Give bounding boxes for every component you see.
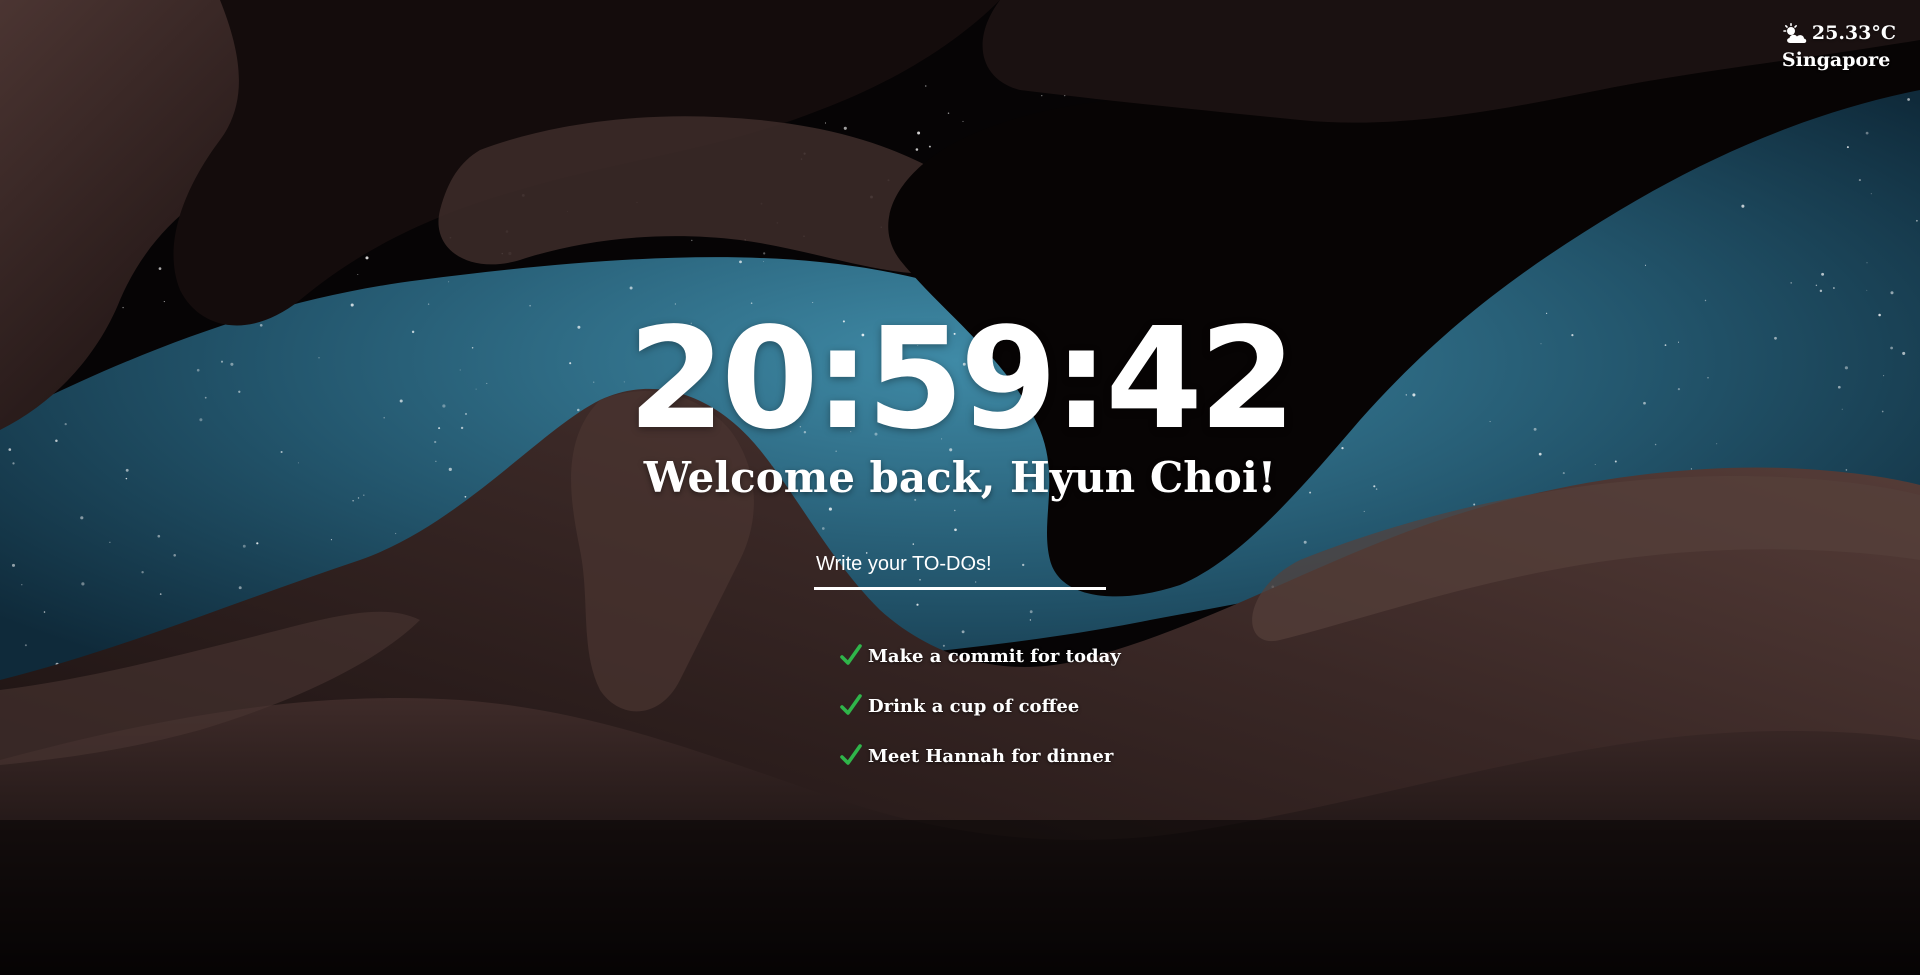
check-icon[interactable] [840, 644, 862, 668]
city-label: Singapore [1781, 49, 1891, 71]
partly-cloudy-icon [1782, 22, 1808, 45]
greeting-text: Welcome back, Hyun Choi! [643, 453, 1277, 502]
todo-item-label: Meet Hannah for dinner [868, 745, 1114, 767]
todo-list: Make a commit for today Drink a cup of c… [840, 631, 1121, 781]
todo-item-label: Drink a cup of coffee [868, 695, 1080, 717]
todo-item[interactable]: Meet Hannah for dinner [840, 731, 1121, 781]
clock-time: 20:59:42 [627, 298, 1296, 461]
check-icon[interactable] [840, 694, 862, 718]
clock-greeting-container: 20:59:42 Welcome back, Hyun Choi! [0, 305, 1920, 503]
check-icon[interactable] [840, 744, 862, 768]
todo-input[interactable] [814, 548, 1106, 590]
todo-item[interactable]: Drink a cup of coffee [840, 681, 1121, 731]
todo-form [814, 548, 1106, 590]
temperature-label: 25.33°C [1811, 22, 1896, 44]
weather-widget: 25.33°C Singapore [1782, 20, 1896, 74]
todo-item[interactable]: Make a commit for today [840, 631, 1121, 681]
todo-item-label: Make a commit for today [868, 645, 1121, 667]
